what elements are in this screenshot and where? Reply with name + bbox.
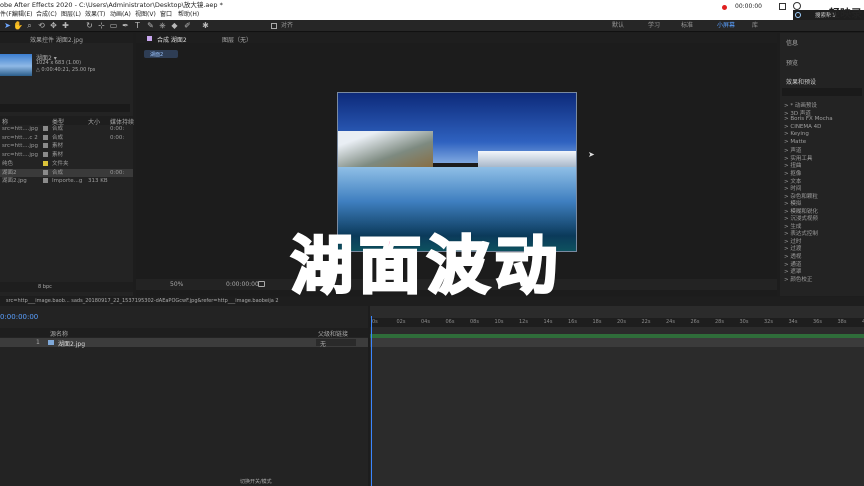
- layer-number: 1: [36, 339, 40, 346]
- time-ruler[interactable]: [370, 318, 864, 327]
- footage-icon: [48, 340, 54, 345]
- layer-columns: 源名称 父级和链接: [0, 328, 368, 338]
- timeline-timecode[interactable]: 0:00:00:00: [0, 313, 38, 321]
- layer-name[interactable]: 湖面2.jpg: [58, 339, 85, 348]
- effect-category[interactable]: > 颜色校正: [784, 275, 812, 283]
- timeline-path-tab[interactable]: src=http___image.baob... sads_20180917_2…: [6, 298, 279, 304]
- effect-category[interactable]: > Keying: [784, 131, 809, 137]
- playhead[interactable]: [371, 316, 372, 486]
- overlay-caption: 湖面波动: [289, 228, 563, 304]
- effect-category[interactable]: > Boris FX Mocha: [784, 116, 833, 122]
- timeline-tracks: [370, 306, 864, 486]
- parent-value: 无: [320, 341, 327, 348]
- layer-row[interactable]: 1 湖面2.jpg 无: [0, 338, 368, 348]
- effect-category[interactable]: > Matte: [784, 139, 806, 145]
- col-parent[interactable]: 父级和链接: [318, 329, 348, 338]
- timeline-layers: 0:00:00:00 源名称 父级和链接 1 湖面2.jpg 无 切换开关/模式: [0, 306, 368, 486]
- toggle-modes-label[interactable]: 切换开关/模式: [240, 478, 272, 485]
- col-source-name[interactable]: 源名称: [50, 329, 68, 338]
- effect-category[interactable]: > CINEMA 4D: [784, 124, 821, 130]
- layer-track[interactable]: [370, 338, 864, 347]
- parent-select[interactable]: 无: [316, 339, 356, 348]
